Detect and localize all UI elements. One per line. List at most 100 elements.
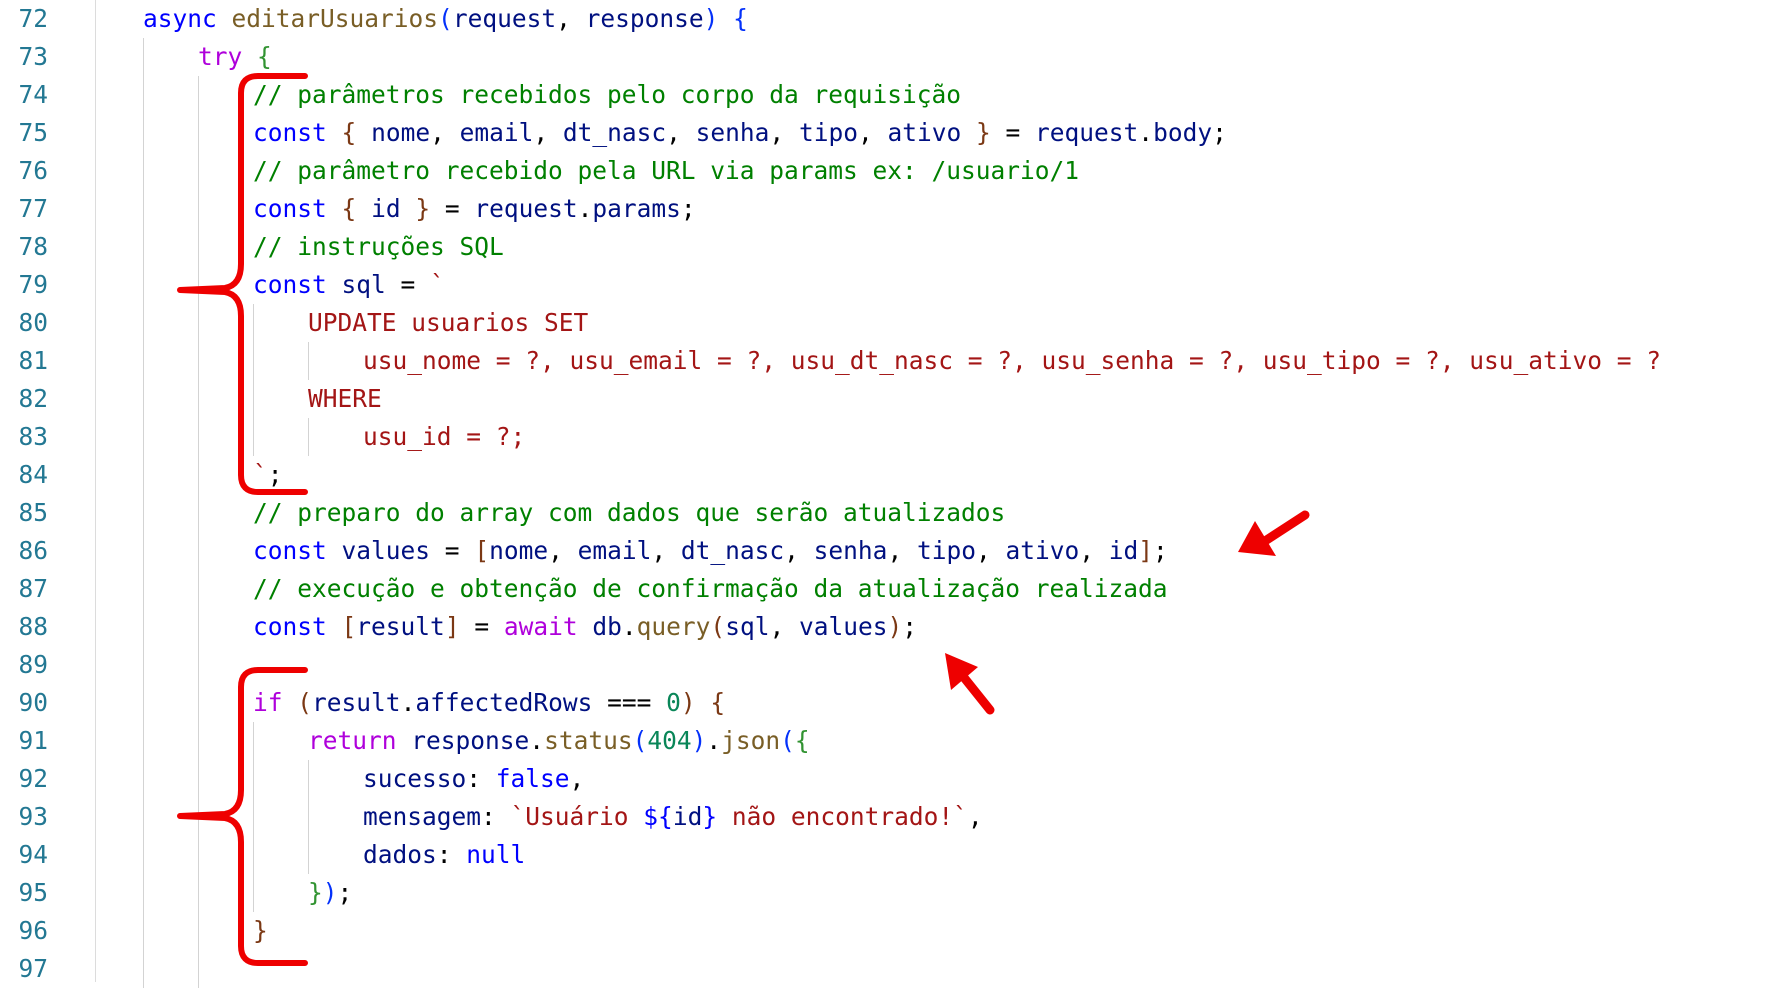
indent-guide [308, 836, 309, 874]
code-token: ( [780, 726, 795, 755]
code-line[interactable]: 82 WHERE [0, 380, 1770, 418]
code-line[interactable]: 92 sucesso: false, [0, 760, 1770, 798]
code-token: [ [474, 536, 490, 565]
code-token: , [769, 118, 799, 147]
code-token: , [857, 118, 888, 147]
code-token: } [415, 194, 431, 223]
line-number: 80 [18, 308, 48, 337]
code-line[interactable]: 89 [0, 646, 1770, 684]
code-token: params [592, 194, 681, 223]
indent-guide [253, 760, 254, 798]
indent-guide [143, 760, 144, 798]
code-token: // parâmetro recebido pela URL via param… [253, 156, 1080, 185]
code-token: editarUsuarios [231, 4, 439, 33]
code-line[interactable]: 83 usu_id = ?; [0, 418, 1770, 456]
code-line[interactable]: 96} [0, 912, 1770, 950]
line-code: try { [198, 38, 272, 76]
code-line[interactable]: 86 const values = [nome, email, dt_nasc, … [0, 532, 1770, 570]
indent-guide [198, 76, 199, 114]
code-line[interactable]: 81 usu_nome = ?, usu_email = ?, usu_dt_na… [0, 342, 1770, 380]
code-token: // parâmetros recebidos pelo corpo da re… [253, 80, 962, 109]
line-code: return response.status(404).json({ [308, 722, 810, 760]
indent-guide [143, 228, 144, 266]
code-line[interactable]: 90 if (result.affectedRows === 0) { [0, 684, 1770, 722]
code-token: `Usuário [510, 802, 644, 831]
code-token: { [710, 688, 726, 717]
code-line[interactable]: 77 const { id } = request.params; [0, 190, 1770, 228]
line-code: // parâmetro recebido pela URL via param… [253, 152, 1079, 190]
code-token: } [308, 878, 323, 907]
code-line[interactable]: 75 const { nome, email, dt_nasc, senha, t… [0, 114, 1770, 152]
code-line[interactable]: 79 const sql = ` [0, 266, 1770, 304]
code-line[interactable]: 91 return response.status(404).json({ [0, 722, 1770, 760]
code-line[interactable]: 76 // parâmetro recebido pela URL via par… [0, 152, 1770, 190]
code-token: { [794, 726, 810, 755]
code-token: 0 [666, 688, 681, 717]
indent-guide [253, 304, 254, 342]
indent-guide [143, 152, 144, 190]
code-line[interactable]: 74 // parâmetros recebidos pelo corpo da … [0, 76, 1770, 114]
code-line[interactable]: 97 [0, 950, 1770, 988]
line-number: 85 [18, 498, 48, 527]
indent-guide [308, 342, 309, 380]
code-token: // preparo do array com dados que serão … [253, 498, 1006, 527]
code-token: . [1138, 118, 1154, 147]
code-token: sql [341, 270, 386, 299]
code-token: , [666, 118, 696, 147]
indent-guide [253, 874, 254, 912]
code-token: } [253, 916, 268, 945]
code-token: values [341, 536, 431, 565]
code-token: UPDATE usuarios SET [308, 308, 589, 337]
code-token: ativo [887, 118, 962, 147]
indent-guide [198, 228, 199, 266]
code-line[interactable]: 94 dados: null [0, 836, 1770, 874]
code-token: senha [695, 118, 770, 147]
line-code: async editarUsuarios(request, response) … [143, 0, 748, 38]
code-token: ativo [1005, 536, 1080, 565]
indent-guide [143, 912, 144, 950]
code-line[interactable]: 78 // instruções SQL [0, 228, 1770, 266]
line-number: 83 [18, 422, 48, 451]
code-line[interactable]: 84 `; [0, 456, 1770, 494]
line-number: 96 [18, 916, 48, 945]
code-token: ] [1138, 536, 1154, 565]
code-line[interactable]: 95}); [0, 874, 1770, 912]
line-code: const [result] = await db.query(sql, val… [253, 608, 917, 646]
line-number: 93 [18, 802, 48, 831]
indent-guide [198, 456, 199, 494]
code-token: const [253, 194, 327, 223]
line-code: if (result.affectedRows === 0) { [253, 684, 725, 722]
indent-guide [143, 646, 144, 684]
line-number: 81 [18, 346, 48, 375]
code-editor[interactable]: 72 async editarUsuarios(request, response… [0, 0, 1770, 988]
code-line[interactable]: 88 const [result] = await db.query(sql, v… [0, 608, 1770, 646]
code-token: { [341, 194, 357, 223]
code-line[interactable]: 80 UPDATE usuarios SET [0, 304, 1770, 342]
line-number: 87 [18, 574, 48, 603]
indent-guide [253, 836, 254, 874]
code-token: [ [341, 612, 357, 641]
indent-guide [198, 798, 199, 836]
code-line[interactable]: 73 try { [0, 38, 1770, 76]
code-token: = [430, 536, 475, 565]
code-token: WHERE [308, 384, 382, 413]
indent-guide [198, 304, 199, 342]
code-token: = [459, 612, 504, 641]
line-number: 84 [18, 460, 48, 489]
code-line[interactable]: 85 // preparo do array com dados que serã… [0, 494, 1770, 532]
code-line[interactable]: 72 async editarUsuarios(request, response… [0, 0, 1770, 38]
code-token: status [544, 726, 633, 755]
indent-guide [198, 912, 199, 950]
indent-guide [198, 190, 199, 228]
line-number: 82 [18, 384, 48, 413]
line-number: 78 [18, 232, 48, 261]
code-token: , [967, 802, 983, 831]
code-token: const [253, 270, 327, 299]
code-token: id [1108, 536, 1139, 565]
code-line[interactable]: 93 mensagem: `Usuário ${id} não encontrad… [0, 798, 1770, 836]
code-token: = [430, 194, 475, 223]
code-line[interactable]: 87 // execução e obtenção de confirmação … [0, 570, 1770, 608]
code-token: . [529, 726, 545, 755]
